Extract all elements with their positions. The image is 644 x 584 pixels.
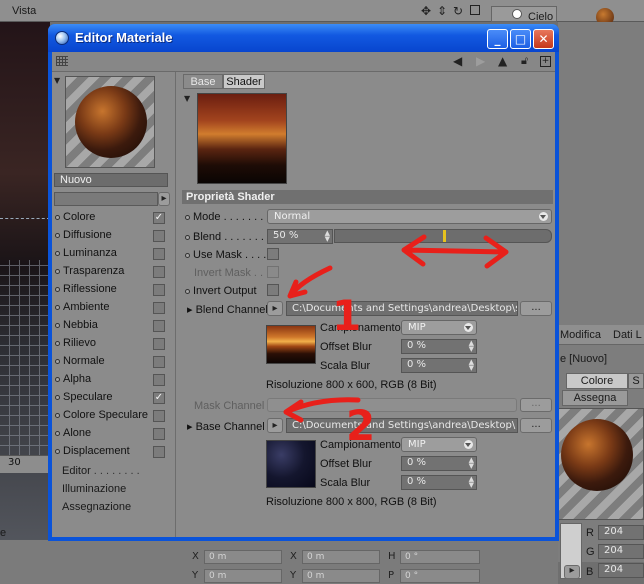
annotation-number-1: 1 <box>332 291 361 340</box>
annotation-overlay: 1 2 <box>283 234 509 450</box>
arrow-annotation-1 <box>287 265 333 299</box>
double-arrow-annotation <box>401 234 509 269</box>
annotation-number-2: 2 <box>346 401 375 450</box>
